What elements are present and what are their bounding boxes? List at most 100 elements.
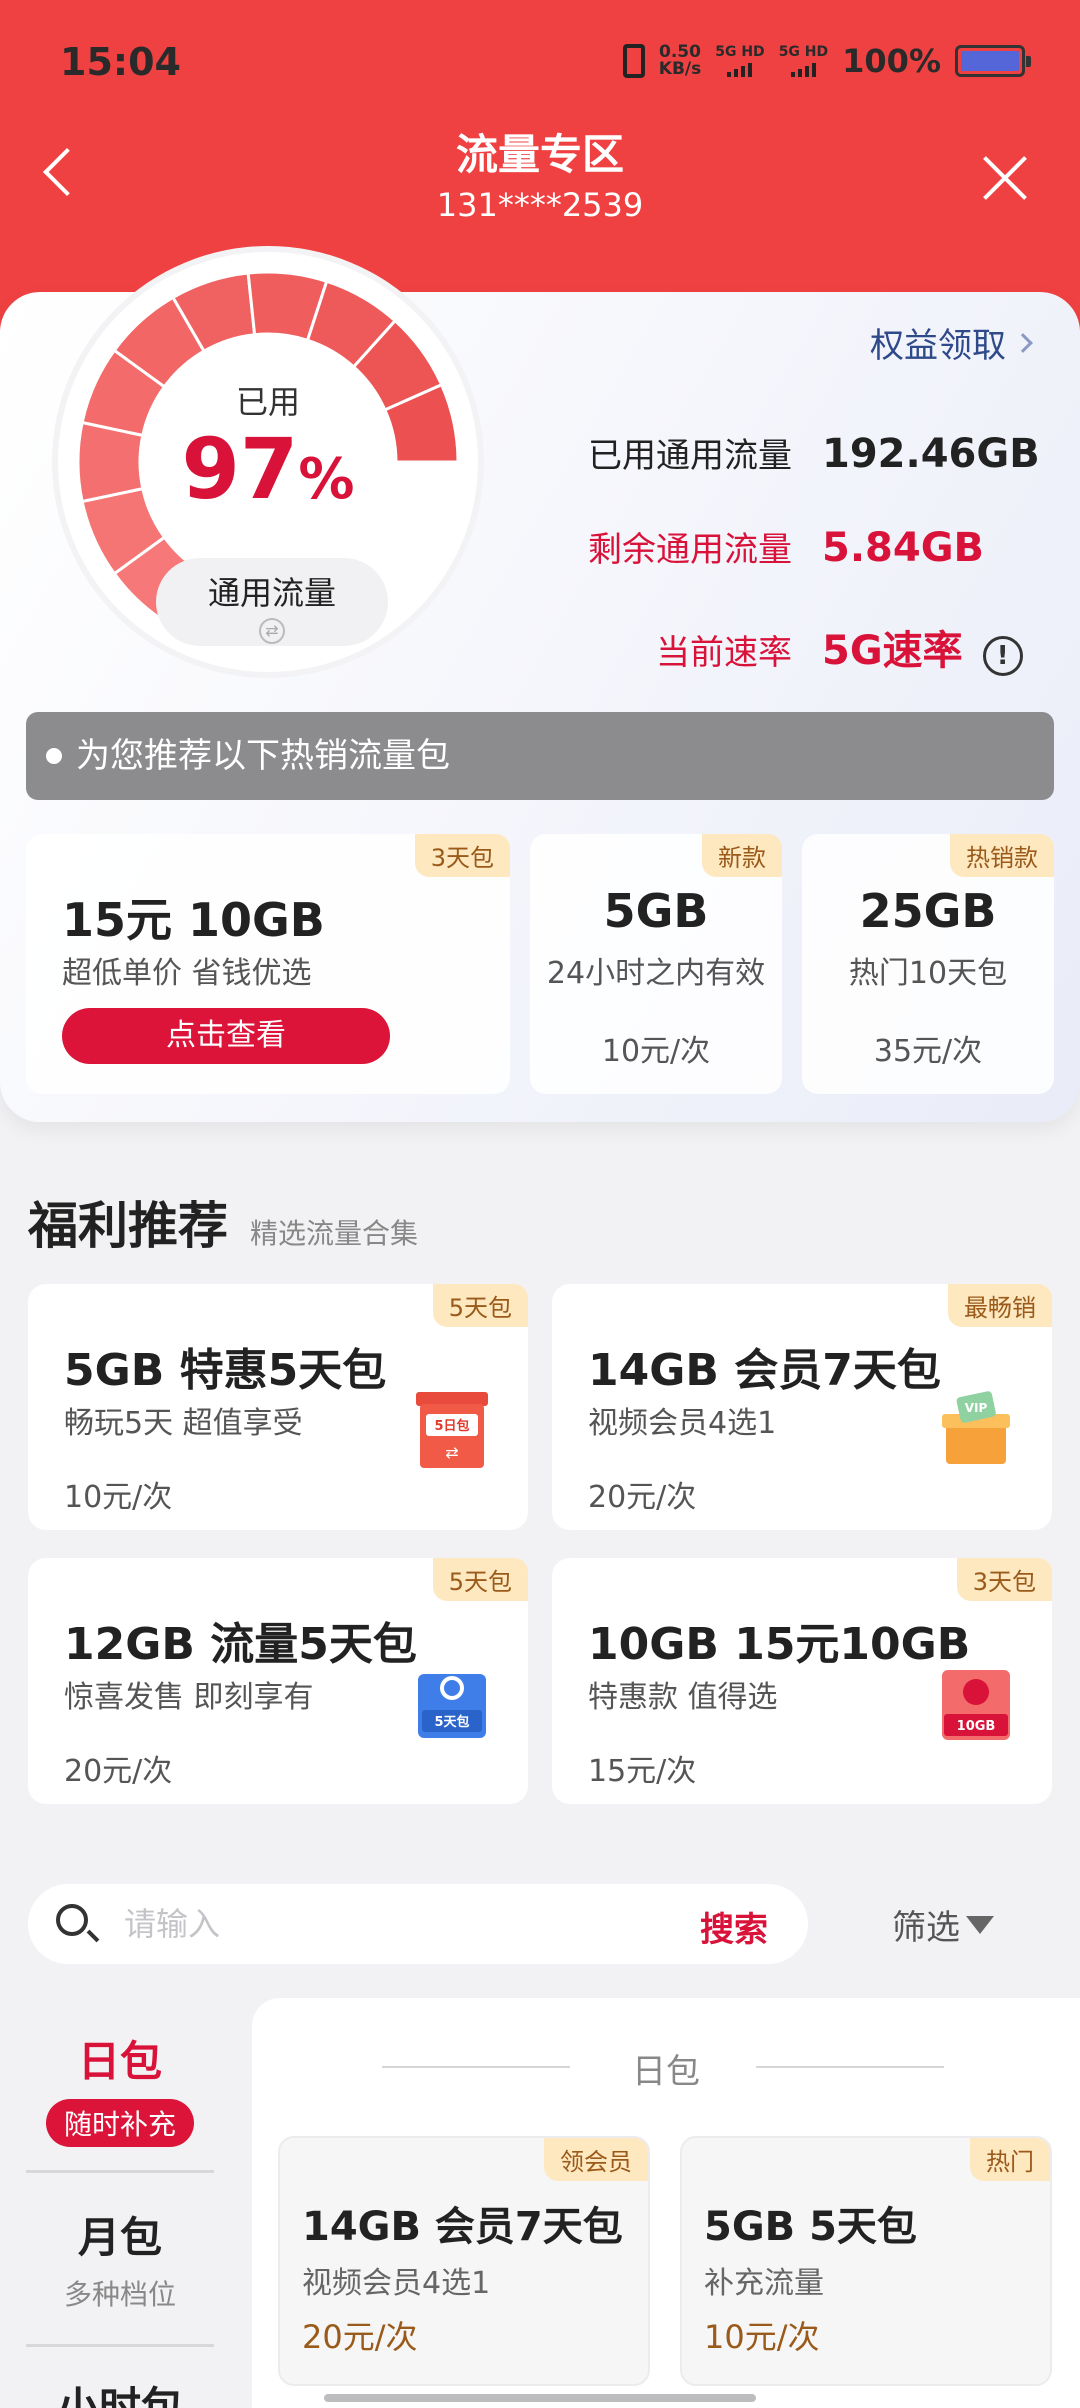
- status-icons: 0.50 KB/s 5G HD 5G HD 100%: [622, 42, 1031, 80]
- envelope-icon: 5天包: [418, 1674, 486, 1738]
- list-item-price: 10元/次: [704, 2318, 820, 2356]
- remain-flow-value: 5.84GB: [822, 525, 985, 571]
- rate-label: 当前速率: [656, 633, 792, 673]
- page-title: 流量专区: [455, 130, 624, 179]
- category-hour[interactable]: 小时包: [0, 2374, 240, 2408]
- list-item[interactable]: 领会员 14GB 会员7天包 视频会员4选1 20元/次: [278, 2136, 650, 2386]
- search-input[interactable]: [124, 1898, 584, 1950]
- chevron-right-icon: [1013, 332, 1033, 353]
- svg-text:⇄: ⇄: [445, 1443, 458, 1462]
- list-item-price: 20元/次: [302, 2318, 418, 2356]
- welfare-section-title: 福利推荐 精选流量合集: [28, 1186, 418, 1258]
- view-button[interactable]: 点击查看: [62, 1008, 390, 1064]
- list-item[interactable]: 热门 5GB 5天包 补充流量 10元/次: [680, 2136, 1052, 2386]
- category-month-label: 月包: [77, 2213, 162, 2262]
- sim2-label: 5G HD: [778, 44, 829, 60]
- package-desc: 超低单价 省钱优选: [62, 956, 312, 991]
- used-flow-row: 已用通用流量 192.46GB: [548, 428, 1040, 477]
- rate-row: 当前速率 5G速率 !: [548, 618, 1023, 676]
- package-tag: 3天包: [414, 834, 510, 877]
- card-title: 14GB 会员7天包: [588, 1345, 941, 1396]
- flow-type-switch[interactable]: 通用流量 ⇄: [156, 558, 388, 646]
- search-bar: 搜索: [28, 1884, 808, 1964]
- gauge-center: 已用 97% 通用流量 ⇄: [58, 252, 478, 672]
- vibrate-icon: [622, 44, 645, 78]
- divider: [26, 2170, 214, 2173]
- icon-text: 5天包: [434, 1714, 469, 1730]
- rights-link-label: 权益领取: [870, 326, 1006, 366]
- used-flow-value: 192.46GB: [822, 431, 1040, 477]
- card-desc: 视频会员4选1: [588, 1406, 777, 1441]
- remain-flow-label: 剩余通用流量: [588, 530, 792, 570]
- list-item-desc: 视频会员4选1: [302, 2266, 491, 2301]
- remain-flow-row: 剩余通用流量 5.84GB: [548, 522, 984, 571]
- category-month-desc: 多种档位: [63, 2278, 176, 2311]
- card-desc: 特惠款 值得选: [588, 1680, 778, 1715]
- package-list: 日包 领会员 14GB 会员7天包 视频会员4选1 20元/次 热门 5GB 5…: [252, 1998, 1080, 2408]
- info-icon[interactable]: !: [982, 636, 1023, 676]
- recommend-package-2[interactable]: 新款 5GB 24小时之内有效 10元/次: [530, 834, 782, 1094]
- filter-button[interactable]: 筛选: [892, 1900, 994, 1949]
- signal-sim2-icon: 5G HD: [779, 45, 828, 77]
- welfare-title: 福利推荐: [28, 1197, 228, 1255]
- category-day-label: 日包: [77, 2037, 162, 2086]
- battery-percent: 100%: [842, 42, 941, 80]
- gauge-used-label: 已用: [235, 383, 300, 421]
- welfare-subtitle: 精选流量合集: [250, 1217, 419, 1250]
- sim1-label: 5G HD: [715, 44, 765, 60]
- package-desc: 热门10天包: [848, 956, 1008, 991]
- icon-text: 10GB: [957, 1719, 996, 1734]
- close-icon[interactable]: [980, 153, 1030, 203]
- card-price: 15元/次: [588, 1754, 697, 1789]
- swap-icon: ⇄: [259, 618, 285, 644]
- package-price: 35元/次: [873, 1034, 983, 1069]
- status-bar: 15:04 0.50 KB/s 5G HD 5G HD 100%: [0, 0, 1080, 125]
- recommend-banner: 为您推荐以下热销流量包: [26, 712, 1054, 800]
- rights-link[interactable]: 权益领取: [870, 318, 1033, 367]
- used-flow-label: 已用通用流量: [588, 436, 792, 476]
- welfare-card-4[interactable]: 3天包 10GB 15元10GB 特惠款 值得选 15元/次 10GB: [552, 1558, 1052, 1804]
- vip-box-icon: VIP: [942, 1391, 1010, 1464]
- list-heading: 日包: [252, 2044, 1080, 2093]
- category-day[interactable]: 日包 随时补充: [0, 2028, 240, 2147]
- package-desc: 24小时之内有效: [546, 956, 766, 991]
- title-bar: 流量专区 131****2539: [0, 115, 1080, 225]
- category-month[interactable]: 月包 多种档位: [0, 2204, 240, 2313]
- flow-type-label: 通用流量: [207, 574, 336, 612]
- card-price: 20元/次: [64, 1754, 173, 1789]
- package-title: 15元 10GB: [62, 893, 325, 947]
- gauge-percent-value: 97: [181, 420, 299, 518]
- filter-label: 筛选: [892, 1908, 960, 1948]
- phone-number: 131****2539: [436, 186, 644, 224]
- shop-bag-icon: 5日包 ⇄: [416, 1392, 488, 1468]
- red-packet-icon: 10GB: [942, 1670, 1010, 1740]
- card-tag: 5天包: [432, 1558, 528, 1601]
- network-speed-unit: KB/s: [658, 59, 702, 79]
- card-tag: 最畅销: [948, 1284, 1052, 1327]
- welfare-card-3[interactable]: 5天包 12GB 流量5天包 惊喜发售 即刻享有 20元/次 5天包: [28, 1558, 528, 1804]
- status-time: 15:04: [60, 40, 181, 84]
- divider: [26, 2344, 214, 2347]
- package-title: 25GB: [859, 884, 997, 938]
- card-title: 10GB 15元10GB: [588, 1619, 971, 1670]
- gauge-percent-sign: %: [298, 447, 355, 512]
- package-tag: 热销款: [950, 834, 1054, 877]
- package-tag: 新款: [702, 834, 782, 877]
- card-tag: 5天包: [432, 1284, 528, 1327]
- rate-value: 5G速率: [822, 628, 963, 674]
- search-button[interactable]: 搜索: [700, 1902, 768, 1951]
- welfare-card-2[interactable]: 最畅销 14GB 会员7天包 视频会员4选1 20元/次 VIP: [552, 1284, 1052, 1530]
- icon-text: VIP: [965, 1401, 988, 1415]
- category-sidebar: 日包 随时补充 月包 多种档位 小时包: [0, 1998, 240, 2408]
- recommend-package-3[interactable]: 热销款 25GB 热门10天包 35元/次: [802, 834, 1054, 1094]
- signal-sim1-icon: 5G HD: [715, 44, 765, 77]
- list-item-title: 5GB 5天包: [704, 2204, 917, 2250]
- package-price: 10元/次: [601, 1034, 711, 1069]
- category-day-badge: 随时补充: [45, 2099, 194, 2147]
- recommend-package-1[interactable]: 3天包 15元 10GB 超低单价 省钱优选 点击查看: [26, 834, 510, 1094]
- list-item-tag: 热门: [970, 2138, 1050, 2181]
- home-indicator[interactable]: [324, 2394, 756, 2402]
- network-speed: 0.50 KB/s: [659, 44, 701, 78]
- battery-icon: [955, 45, 1031, 77]
- welfare-card-1[interactable]: 5天包 5GB 特惠5天包 畅玩5天 超值享受 10元/次 5日包 ⇄: [28, 1284, 528, 1530]
